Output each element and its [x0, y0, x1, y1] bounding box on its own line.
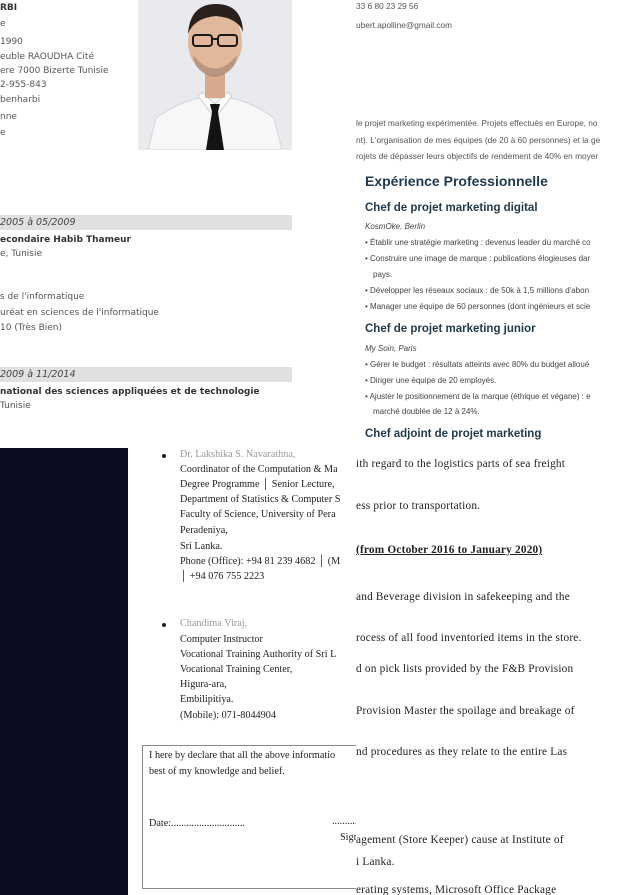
job-title: Chef de projet marketing junior [365, 323, 536, 335]
phone-number: 33 6 80 23 29 56 [356, 1, 419, 11]
person-portrait-icon [138, 0, 292, 150]
job-bullet: • Gérer le budget : résultats atteints a… [365, 360, 590, 369]
referee-line: Department of Statistics & Computer S [180, 494, 341, 505]
nationality: nne [0, 112, 17, 122]
education-grade: 10 (Très Bien) [0, 323, 63, 333]
duty-line: d on pick lists provided by the F&B Prov… [356, 663, 574, 675]
education-field: s de l'informatique [0, 292, 85, 302]
duty-line: agement (Store Keeper) cause at Institut… [356, 834, 564, 846]
duty-line: rocess of all food inventoried items in … [356, 632, 582, 644]
job-bullet: • Diriger une équipe de 20 employés. [365, 376, 497, 385]
declaration-line: I here by declare that all the above inf… [149, 750, 336, 761]
job-company: KosmOke, Berlin [365, 222, 426, 231]
education-period: 2009 à 11/2014 [0, 369, 76, 380]
skills-line: erating systems, Microsoft Office Packag… [356, 884, 557, 895]
education-school: national des sciences appliquées et de t… [0, 387, 260, 397]
duty-line: i Lanka. [356, 856, 395, 868]
referee-line: Faculty of Science, University of Pera [180, 509, 336, 520]
referee-line: Vocational Training Authority of Sri L [180, 649, 337, 660]
referee-line: Degree Programme │ Senior Lecture, [180, 479, 335, 490]
referee-line: (Mobile): 071-8044904 [180, 710, 276, 721]
education-degree: uréat en sciences de l'informatique [0, 308, 159, 318]
job-bullet: • Développer les réseaux sociaux : de 50… [365, 286, 590, 295]
dark-background-panel [0, 448, 128, 895]
birth-year: 1990 [0, 37, 23, 47]
duty-line: ess prior to transportation. [356, 500, 481, 512]
education-location: e, Tunisie [0, 249, 43, 259]
job-bullet: • Construire une image de marque : publi… [365, 254, 591, 263]
job-bullet: • Manager une équipe de 60 personnes (do… [365, 302, 591, 311]
address-line-2: ere 7000 Bizerte Tunisie [0, 66, 109, 76]
job-title: Chef adjoint de projet marketing [365, 428, 542, 440]
job-bullet: • Établir une stratégie marketing : deve… [365, 238, 591, 247]
education-band-1: 2005 à 05/2009 [0, 215, 292, 230]
job-bullet: • Ajuster le positionnement de la marque… [365, 392, 591, 401]
job-bullet-continued: marché doublée de 12 à 24%. [373, 407, 480, 416]
referee-line: Phone (Office): +94 81 239 4682 │ (M [180, 556, 341, 567]
section-title-experience: Expérience Professionnelle [365, 173, 548, 189]
referee-line: Peradeniya, [180, 525, 228, 536]
cv-bottom-left: Dr. Lakshika S. Navarathna, Coordinator … [128, 448, 360, 895]
referee-name: Dr. Lakshika S. Navarathna, [180, 449, 296, 460]
bullet-dot [162, 454, 166, 458]
address-line-1: euble RAOUDHA Cité [0, 52, 94, 62]
education-band-2: 2009 à 11/2014 [0, 367, 292, 382]
phone: 2-955-843 [0, 80, 47, 90]
duty-line: nd procedures as they relate to the enti… [356, 746, 568, 758]
education-location: Tunisie [0, 401, 31, 411]
cv-bottom-right: ith regard to the logistics parts of sea… [356, 448, 640, 895]
job-company: My Soin, Paris [365, 344, 417, 353]
summary-line: le projet marketing expérimentée. Projet… [356, 118, 598, 128]
username: benharbi [0, 95, 41, 105]
education-school: econdaire Habib Thameur [0, 235, 131, 245]
email-address: ubert.apolline@gmail.com [356, 20, 453, 30]
profile-photo [138, 0, 292, 150]
summary-line: rojets de dépasser leurs objectifs de re… [356, 151, 599, 161]
employment-period: (from October 2016 to January 2020) [356, 544, 543, 556]
referee-line: Sri Lanka. [180, 541, 223, 552]
job-title: Chef de projet marketing digital [365, 202, 538, 214]
bullet-dot [162, 623, 166, 627]
referee-name: Chandima Viraj, [180, 618, 248, 629]
name-fragment: RBI [0, 3, 18, 13]
education-period: 2005 à 05/2009 [0, 217, 76, 228]
referee-line: Higura-ara, [180, 679, 227, 690]
status-line: e [0, 128, 6, 138]
cv-top-right: 33 6 80 23 29 56 ubert.apolline@gmail.co… [356, 0, 640, 448]
duty-line: Provision Master the spoilage and breaka… [356, 705, 575, 717]
date-field: Date:............................. [149, 818, 245, 829]
duty-line: ith regard to the logistics parts of sea… [356, 458, 566, 470]
job-bullet-continued: pays. [373, 270, 393, 279]
referee-line: Vocational Training Center, [180, 664, 293, 675]
signature-dots: .......... [332, 816, 358, 827]
referee-line: Computer Instructor [180, 634, 263, 645]
referee-line: Coordinator of the Computation & Ma [180, 464, 338, 475]
duty-line: and Beverage division in safekeeping and… [356, 591, 570, 603]
summary-line: nt). L'organisation de mes équipes (de 2… [356, 135, 601, 145]
referee-line: │ +94 076 755 2223 [180, 571, 265, 582]
referee-line: Embilipitiya. [180, 694, 234, 705]
contact-line: e [0, 19, 6, 29]
declaration-line: best of my knowledge and belief. [149, 766, 285, 777]
